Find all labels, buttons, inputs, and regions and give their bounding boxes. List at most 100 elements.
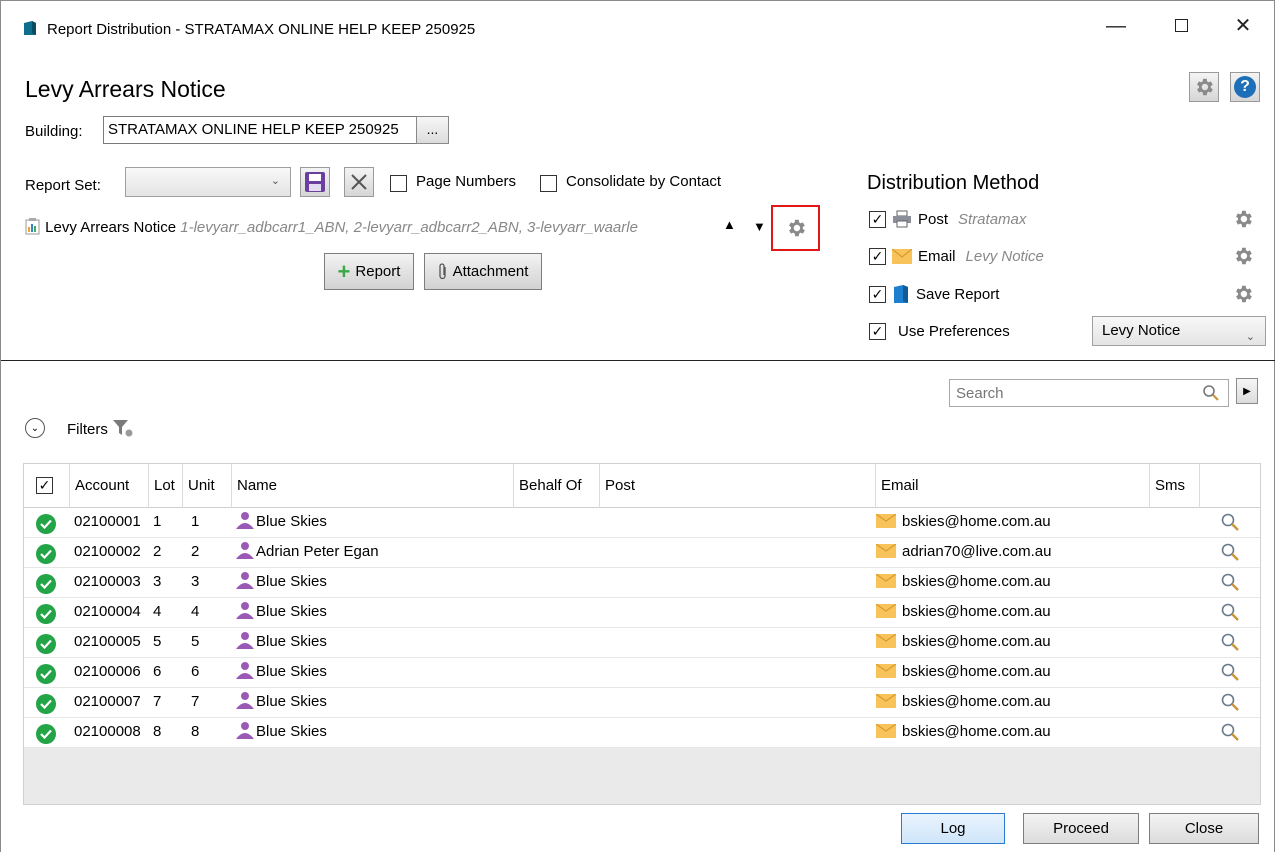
grid-header: ✓ Account Lot Unit Name Behalf Of Post E…	[24, 464, 1260, 508]
report-icon	[25, 218, 40, 235]
save-report-settings-button[interactable]	[1232, 283, 1254, 309]
use-preferences-checkbox[interactable]: ✓	[869, 322, 886, 340]
column-account[interactable]: Account	[70, 464, 149, 508]
search-box[interactable]	[949, 379, 1229, 407]
chevron-down-icon: ⌄	[30, 422, 40, 434]
filters-label-group[interactable]: Filters	[67, 418, 134, 438]
attachment-button[interactable]: Attachment	[424, 253, 542, 290]
save-report-label: Save Report	[916, 285, 1000, 303]
table-row[interactable]: 02100002 2 2 Adrian Peter Egan adrian70@…	[24, 538, 1260, 568]
app-icon	[24, 21, 36, 35]
move-down-icon[interactable]: ▼	[753, 219, 766, 234]
filters-toggle-button[interactable]: ⌄	[25, 418, 45, 438]
email-text: bskies@home.com.au	[902, 693, 1051, 710]
post-checkbox[interactable]: ✓	[869, 210, 886, 228]
name-cell: Blue Skies	[234, 658, 327, 688]
email-checkbox[interactable]: ✓	[869, 247, 886, 265]
distribution-method-title: Distribution Method	[867, 172, 1040, 194]
email-cell: bskies@home.com.au	[875, 508, 1051, 538]
check-circle-icon	[36, 694, 56, 714]
name-cell: Blue Skies	[234, 688, 327, 718]
column-lot[interactable]: Lot	[149, 464, 183, 508]
column-email[interactable]: Email	[876, 464, 1150, 508]
window-title: Report Distribution - STRATAMAX ONLINE H…	[47, 21, 476, 38]
report-item-row[interactable]: Levy Arrears Notice 1-levyarr_adbcarr1_A…	[25, 218, 638, 236]
table-row[interactable]: 02100001 1 1 Blue Skies bskies@home.com.…	[24, 508, 1260, 538]
delete-report-set-button[interactable]	[344, 167, 374, 197]
check-circle-icon	[36, 634, 56, 654]
column-behalf-of[interactable]: Behalf Of	[514, 464, 600, 508]
close-window-button[interactable]: ✕	[1223, 11, 1263, 41]
preferences-selected: Levy Notice	[1102, 322, 1181, 339]
select-all-checkbox[interactable]: ✓	[36, 477, 53, 494]
table-row[interactable]: 02100007 7 7 Blue Skies bskies@home.com.…	[24, 688, 1260, 718]
report-set-select[interactable]: ⌄	[125, 167, 291, 197]
unit-cell: 3	[191, 573, 200, 590]
printer-icon	[893, 210, 911, 228]
unit-cell: 4	[191, 603, 200, 620]
page-numbers-checkbox[interactable]	[390, 175, 407, 192]
report-settings-highlight[interactable]	[771, 205, 820, 251]
save-report-icon	[894, 285, 908, 303]
account-cell: 02100002	[74, 543, 141, 560]
account-cell: 02100001	[74, 513, 141, 530]
unit-cell: 6	[191, 663, 200, 680]
envelope-icon	[875, 723, 897, 738]
table-row[interactable]: 02100006 6 6 Blue Skies bskies@home.com.…	[24, 658, 1260, 688]
close-button[interactable]: Close	[1149, 813, 1259, 844]
magnifier-icon	[1221, 723, 1239, 741]
table-row[interactable]: 02100005 5 5 Blue Skies bskies@home.com.…	[24, 628, 1260, 658]
save-report-checkbox[interactable]: ✓	[869, 285, 886, 303]
post-label: Post	[918, 210, 949, 228]
column-name[interactable]: Name	[232, 464, 514, 508]
envelope-icon	[875, 603, 897, 618]
email-cell: bskies@home.com.au	[875, 568, 1051, 598]
gear-icon	[1236, 285, 1252, 303]
title-bar: Report Distribution - STRATAMAX ONLINE H…	[1, 1, 1274, 41]
add-report-button[interactable]: + Report	[324, 253, 414, 290]
table-row[interactable]: 02100004 4 4 Blue Skies bskies@home.com.…	[24, 598, 1260, 628]
column-unit[interactable]: Unit	[183, 464, 232, 508]
name-cell: Blue Skies	[234, 598, 327, 628]
settings-button[interactable]	[1189, 72, 1219, 102]
building-field[interactable]: STRATAMAX ONLINE HELP KEEP 250925	[103, 116, 417, 144]
maximize-button[interactable]	[1161, 11, 1201, 41]
consolidate-checkbox[interactable]	[540, 175, 557, 192]
magnifier-icon	[1221, 603, 1239, 621]
name-cell: Blue Skies	[234, 718, 327, 748]
view-button[interactable]	[1220, 722, 1240, 752]
column-sms[interactable]: Sms	[1150, 464, 1200, 508]
preferences-select[interactable]: Levy Notice ⌄	[1092, 316, 1266, 346]
help-button[interactable]: ?	[1230, 72, 1260, 102]
contact-icon	[236, 602, 254, 619]
email-cell: bskies@home.com.au	[875, 628, 1051, 658]
check-circle-icon	[36, 664, 56, 684]
log-button[interactable]: Log	[901, 813, 1005, 844]
save-report-set-button[interactable]	[300, 167, 330, 197]
grid-rows: 02100001 1 1 Blue Skies bskies@home.com.…	[24, 508, 1260, 748]
gear-icon	[1197, 78, 1213, 96]
minimize-button[interactable]: —	[1096, 11, 1136, 41]
distribution-save-row: ✓ Save Report	[869, 283, 999, 305]
search-input[interactable]	[950, 380, 1180, 406]
column-post[interactable]: Post	[600, 464, 876, 508]
check-circle-icon	[36, 724, 56, 744]
email-cell: adrian70@live.com.au	[875, 538, 1051, 568]
contact-icon	[236, 542, 254, 559]
table-row[interactable]: 02100008 8 8 Blue Skies bskies@home.com.…	[24, 718, 1260, 748]
attachment-label: Attachment	[452, 263, 529, 280]
envelope-icon	[875, 513, 897, 528]
email-label: Email	[918, 247, 956, 265]
proceed-button[interactable]: Proceed	[1023, 813, 1139, 844]
name-cell: Adrian Peter Egan	[234, 538, 379, 568]
building-browse-button[interactable]: ...	[416, 116, 449, 144]
search-icon	[1203, 385, 1219, 401]
move-up-icon[interactable]: ▲	[723, 217, 736, 232]
check-circle-icon	[36, 604, 56, 624]
post-settings-button[interactable]	[1232, 208, 1254, 234]
unit-cell: 2	[191, 543, 200, 560]
building-label: Building:	[25, 123, 83, 140]
email-settings-button[interactable]	[1232, 245, 1254, 271]
expand-panel-button[interactable]: ▶	[1236, 378, 1258, 404]
table-row[interactable]: 02100003 3 3 Blue Skies bskies@home.com.…	[24, 568, 1260, 598]
